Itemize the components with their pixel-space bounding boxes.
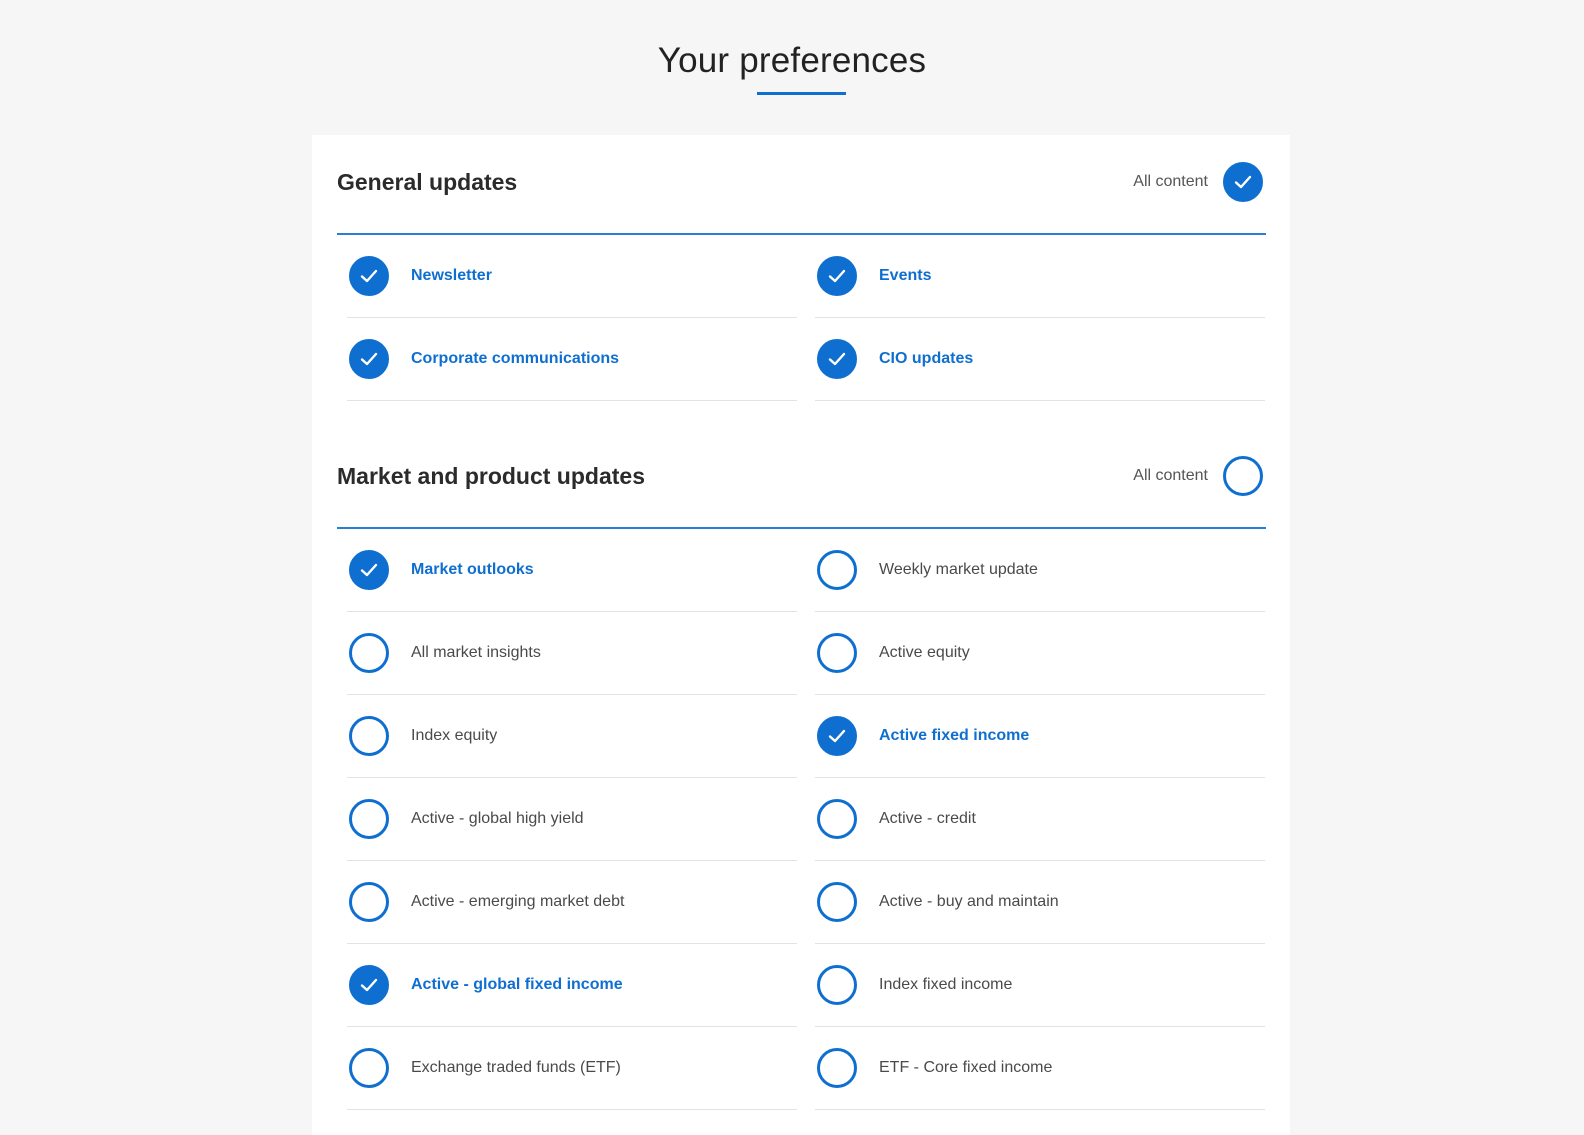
checkbox-circle[interactable] [817, 716, 857, 756]
item-label: All market insights [411, 644, 541, 661]
checkmark-icon [828, 729, 846, 743]
checkbox-circle[interactable] [349, 882, 389, 922]
checkbox-circle[interactable] [817, 1048, 857, 1088]
checkbox-circle[interactable] [349, 965, 389, 1005]
pref-item-newsletter[interactable]: Newsletter [347, 235, 797, 318]
item-label: Market outlooks [411, 561, 534, 578]
pref-item-corporate-communications[interactable]: Corporate communications [347, 318, 797, 401]
pref-item-active-credit[interactable]: Active - credit [815, 778, 1265, 861]
item-label: CIO updates [879, 350, 974, 367]
item-label: Exchange traded funds (ETF) [411, 1059, 621, 1076]
pref-item-exchange-traded-funds[interactable]: Exchange traded funds (ETF) [347, 1027, 797, 1110]
checkbox-circle[interactable] [1223, 456, 1263, 496]
item-label: Index equity [411, 727, 498, 744]
general-updates-header: General updates All content [337, 135, 1266, 235]
checkbox-circle[interactable] [349, 633, 389, 673]
checkbox-circle[interactable] [817, 882, 857, 922]
item-label: Corporate communications [411, 350, 620, 367]
pref-item-events[interactable]: Events [815, 235, 1265, 318]
checkbox-circle[interactable] [817, 799, 857, 839]
checkbox-circle[interactable] [817, 256, 857, 296]
checkmark-icon [828, 352, 846, 366]
general-updates-section: General updates All content Newsletter E… [337, 135, 1266, 401]
pref-item-index-fixed-income[interactable]: Index fixed income [815, 944, 1265, 1027]
checkbox-circle[interactable] [817, 965, 857, 1005]
checkmark-icon [360, 269, 378, 283]
item-label: ETF - Core fixed income [879, 1059, 1053, 1076]
item-label: Active - global high yield [411, 810, 584, 827]
item-label: Active - global fixed income [411, 976, 623, 993]
market-updates-section: Market and product updates All content M… [337, 429, 1266, 1110]
preferences-card: General updates All content Newsletter E… [312, 135, 1290, 1135]
pref-item-active-fixed-income[interactable]: Active fixed income [815, 695, 1265, 778]
pref-item-active-emerging-market-debt[interactable]: Active - emerging market debt [347, 861, 797, 944]
checkmark-icon [360, 563, 378, 577]
checkmark-icon [360, 978, 378, 992]
checkmark-icon [1234, 175, 1252, 189]
checkbox-circle[interactable] [817, 339, 857, 379]
item-label: Active - buy and maintain [879, 893, 1059, 910]
checkbox-circle[interactable] [349, 716, 389, 756]
checkmark-icon [828, 269, 846, 283]
pref-item-index-equity[interactable]: Index equity [347, 695, 797, 778]
item-label: Weekly market update [879, 561, 1038, 578]
item-label: Active - emerging market debt [411, 893, 625, 910]
pref-item-market-outlooks[interactable]: Market outlooks [347, 529, 797, 612]
pref-item-active-global-high-yield[interactable]: Active - global high yield [347, 778, 797, 861]
title-underline [757, 92, 846, 95]
item-label: Events [879, 267, 932, 284]
general-updates-list: Newsletter Events Corporate communicatio… [337, 235, 1266, 401]
section-title: General updates [337, 169, 518, 195]
item-label: Active equity [879, 644, 970, 661]
item-label: Active fixed income [879, 727, 1030, 744]
checkbox-circle[interactable] [349, 256, 389, 296]
pref-item-cio-updates[interactable]: CIO updates [815, 318, 1265, 401]
market-updates-list: Market outlooks Weekly market update All… [337, 529, 1266, 1110]
pref-item-weekly-market-update[interactable]: Weekly market update [815, 529, 1265, 612]
checkbox-circle[interactable] [817, 550, 857, 590]
item-label: Active - credit [879, 810, 976, 827]
general-all-content-toggle[interactable]: All content [1133, 162, 1263, 202]
item-label: Index fixed income [879, 976, 1013, 993]
checkmark-icon [360, 352, 378, 366]
section-title: Market and product updates [337, 463, 645, 489]
market-updates-header: Market and product updates All content [337, 429, 1266, 529]
checkbox-circle[interactable] [349, 550, 389, 590]
item-label: Newsletter [411, 267, 492, 284]
pref-item-active-buy-and-maintain[interactable]: Active - buy and maintain [815, 861, 1265, 944]
market-all-content-toggle[interactable]: All content [1133, 456, 1263, 496]
all-content-label: All content [1133, 467, 1208, 484]
checkbox-circle[interactable] [349, 799, 389, 839]
pref-item-active-equity[interactable]: Active equity [815, 612, 1265, 695]
pref-item-all-market-insights[interactable]: All market insights [347, 612, 797, 695]
page-title: Your preferences [657, 41, 927, 81]
checkbox-circle[interactable] [349, 339, 389, 379]
checkbox-circle[interactable] [349, 1048, 389, 1088]
pref-item-etf-core-fixed-income[interactable]: ETF - Core fixed income [815, 1027, 1265, 1110]
all-content-label: All content [1133, 173, 1208, 190]
pref-item-active-global-fixed-income[interactable]: Active - global fixed income [347, 944, 797, 1027]
checkbox-circle[interactable] [1223, 162, 1263, 202]
checkbox-circle[interactable] [817, 633, 857, 673]
